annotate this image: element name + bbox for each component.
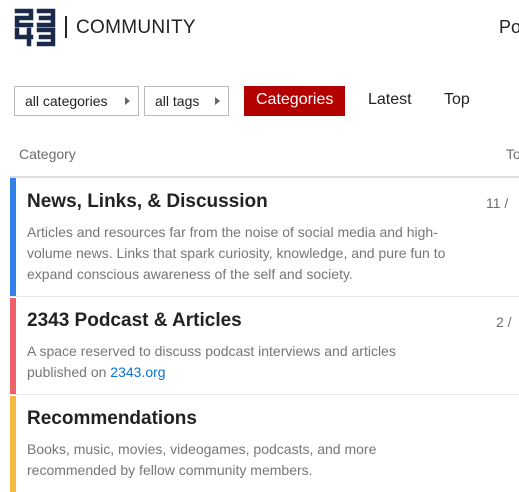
topic-count: 2 / xyxy=(496,314,512,330)
topic-count: 11 / xyxy=(486,195,509,211)
tab-categories[interactable]: Categories xyxy=(244,86,346,116)
2343-logo-icon[interactable] xyxy=(14,7,58,47)
description-text: A space reserved to discuss podcast inte… xyxy=(27,343,396,380)
logo-divider xyxy=(65,16,67,38)
category-title[interactable]: Recommendations xyxy=(27,408,197,430)
category-dropdown[interactable]: all categories xyxy=(14,86,139,116)
tag-dropdown[interactable]: all tags xyxy=(144,86,229,116)
tab-latest[interactable]: Latest xyxy=(356,86,424,116)
category-color-bar xyxy=(10,178,16,296)
category-row[interactable]: News, Links, & Discussion Articles and r… xyxy=(10,178,519,297)
site-header: COMMUNITY Po xyxy=(0,0,519,58)
tag-dropdown-label: all tags xyxy=(155,93,200,109)
description-link[interactable]: 2343.org xyxy=(110,364,165,380)
tab-top[interactable]: Top xyxy=(432,86,482,116)
category-description: Books, music, movies, videogames, podcas… xyxy=(27,441,377,478)
category-dropdown-label: all categories xyxy=(25,93,108,109)
category-row[interactable]: 2343 Podcast & Articles A space reserved… xyxy=(10,298,519,395)
navigation-bar: all categories all tags Categories Lates… xyxy=(14,86,519,116)
caret-right-icon xyxy=(215,97,220,105)
category-color-bar xyxy=(10,396,16,492)
category-title[interactable]: News, Links, & Discussion xyxy=(27,191,268,213)
category-color-bar xyxy=(10,298,16,394)
topics-column-header: To xyxy=(506,146,519,162)
site-title[interactable]: COMMUNITY xyxy=(76,17,196,39)
category-row[interactable]: Recommendations Books, music, movies, vi… xyxy=(10,396,519,492)
category-column-header: Category xyxy=(19,146,76,162)
category-description: Articles and resources far from the nois… xyxy=(27,224,446,282)
category-description: A space reserved to discuss podcast inte… xyxy=(27,341,427,383)
category-title[interactable]: 2343 Podcast & Articles xyxy=(27,310,242,332)
caret-right-icon xyxy=(125,97,130,105)
header-link[interactable]: Po xyxy=(499,17,519,38)
